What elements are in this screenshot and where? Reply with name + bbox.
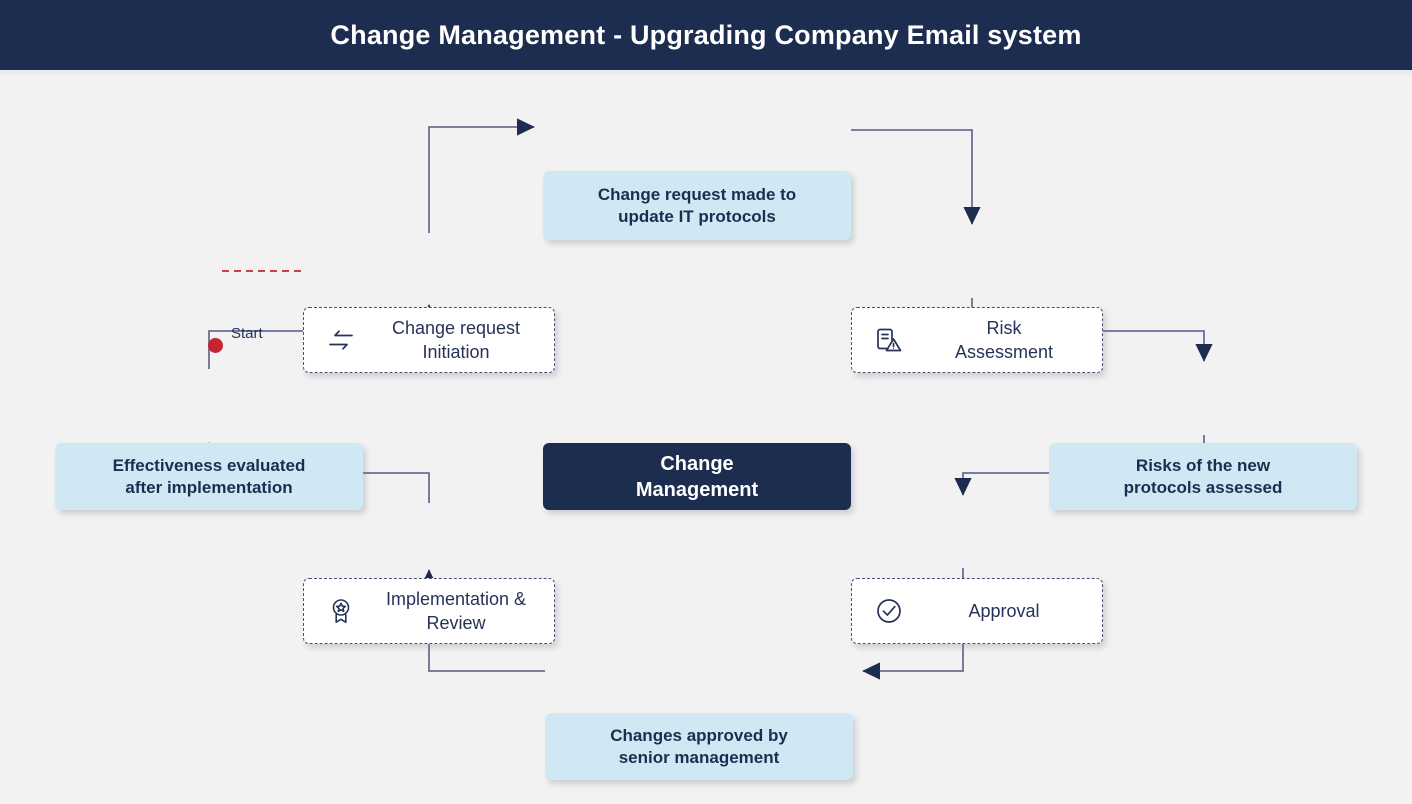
- connector-request-to-risk: [851, 129, 981, 225]
- node-changes-approved[interactable]: Changes approved by senior management: [545, 713, 853, 780]
- node-label-line1: Risk: [986, 318, 1022, 338]
- node-label: Changes approved by senior management: [610, 725, 788, 769]
- node-change-request-made[interactable]: Change request made to update IT protoco…: [543, 171, 851, 240]
- page-header: Change Management - Upgrading Company Em…: [0, 0, 1412, 70]
- node-label-line2: Management: [635, 478, 759, 501]
- node-label: Change Management: [636, 451, 758, 503]
- check-circle-icon: [866, 596, 912, 626]
- connector-layer: [200, 118, 1213, 680]
- node-label: Change request made to update IT protoco…: [598, 184, 796, 228]
- node-label-line2: Review: [426, 613, 486, 633]
- connector-initiation-to-request: [428, 118, 535, 233]
- node-label-line2: update IT protocols: [618, 206, 776, 226]
- node-label-line1: Changes approved by: [610, 725, 788, 745]
- node-label-line2: Assessment: [954, 342, 1054, 362]
- node-label: Approval: [912, 599, 1102, 623]
- award-ribbon-icon: [318, 596, 364, 626]
- node-label-line2: Initiation: [422, 342, 490, 362]
- node-label-line1: Effectiveness evaluated: [112, 455, 306, 475]
- node-label: Implementation & Review: [364, 587, 554, 635]
- node-implementation-review[interactable]: Implementation & Review: [303, 578, 555, 644]
- node-approval[interactable]: Approval: [851, 578, 1103, 644]
- node-label: Effectiveness evaluated after implementa…: [113, 455, 306, 499]
- start-label: Start: [231, 325, 263, 342]
- diagram-page: Change Management - Upgrading Company Em…: [0, 0, 1412, 804]
- node-effectiveness-evaluated[interactable]: Effectiveness evaluated after implementa…: [55, 443, 363, 510]
- node-label-line2: protocols assessed: [1123, 477, 1283, 497]
- node-label-line1: Change: [660, 452, 734, 475]
- node-label-line1: Change request made to: [597, 184, 797, 204]
- node-label: Risk Assessment: [912, 316, 1102, 364]
- node-label: Change request Initiation: [364, 316, 554, 364]
- node-risks-assessed[interactable]: Risks of the new protocols assessed: [1049, 443, 1357, 510]
- node-label-line2: senior management: [618, 747, 780, 767]
- page-title: Change Management - Upgrading Company Em…: [330, 19, 1082, 50]
- exchange-arrows-icon: [318, 325, 364, 355]
- document-warning-icon: [866, 325, 912, 355]
- node-label-line1: Risks of the new: [1135, 455, 1271, 475]
- diagram-canvas: Start Change request made to update IT p…: [0, 75, 1412, 804]
- node-label-line1: Change request: [391, 318, 521, 338]
- node-risk-assessment[interactable]: Risk Assessment: [851, 307, 1103, 373]
- node-change-management-center[interactable]: Change Management: [543, 443, 851, 510]
- node-label-line1: Approval: [968, 601, 1040, 621]
- node-label-line1: Implementation &: [385, 589, 527, 609]
- node-change-request-initiation[interactable]: Change request Initiation: [303, 307, 555, 373]
- start-dot: [208, 338, 223, 353]
- node-label-line2: after implementation: [125, 477, 293, 497]
- node-label: Risks of the new protocols assessed: [1124, 455, 1283, 499]
